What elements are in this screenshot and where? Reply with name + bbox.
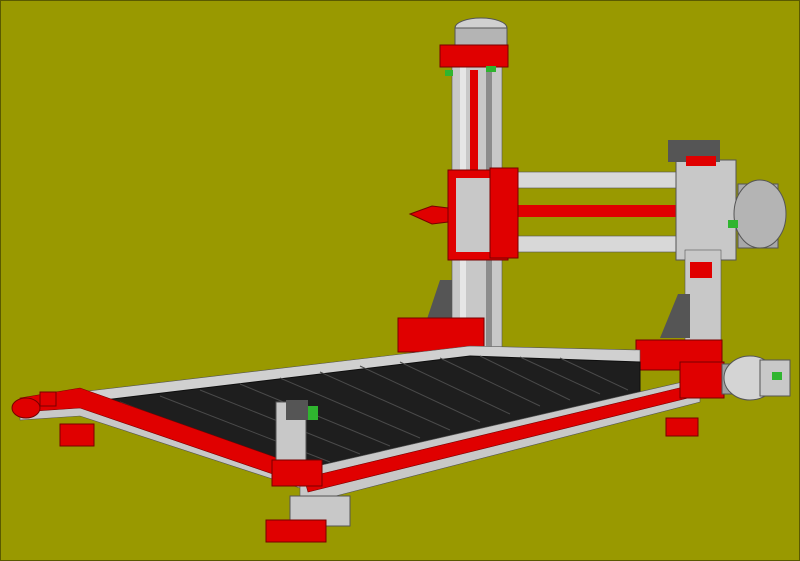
green-connector-icon	[445, 70, 453, 76]
green-connector-icon	[772, 372, 782, 380]
stepper-motor-face	[733, 179, 787, 249]
green-connector-icon	[728, 220, 738, 228]
x-carriage-foot	[265, 519, 327, 543]
left-pulley	[11, 397, 41, 419]
beam-end-red-top	[686, 156, 716, 166]
beam-end-block	[675, 159, 737, 261]
x-carriage-cap	[286, 400, 308, 420]
green-connector-icon	[308, 406, 318, 420]
cad-viewport[interactable]	[0, 0, 800, 561]
z-motor-mount	[439, 44, 509, 68]
x-carriage-red	[271, 459, 323, 487]
cnc-gantry-model[interactable]	[0, 0, 800, 561]
beam-end-red	[489, 167, 519, 259]
green-connector-icon	[486, 66, 496, 72]
